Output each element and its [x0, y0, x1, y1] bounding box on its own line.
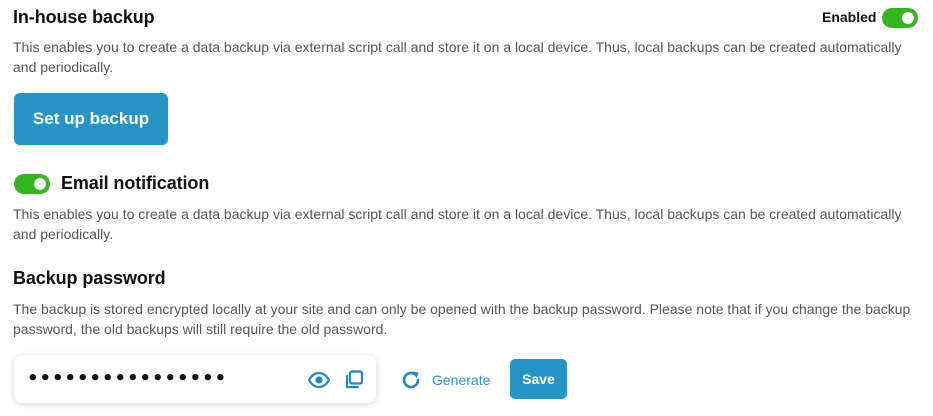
backup-password-title: Backup password [13, 268, 166, 288]
enabled-status-label: Enabled [822, 9, 877, 25]
toggle-knob [902, 12, 914, 24]
save-button[interactable]: Save [510, 359, 567, 399]
email-notification-title: Email notification [61, 173, 210, 193]
inhouse-backup-toggle[interactable] [882, 8, 918, 28]
generate-label: Generate [432, 372, 491, 388]
backup-password-description: The backup is stored encrypted locally a… [13, 301, 911, 337]
backup-password-field[interactable]: •••••••••••••••• [14, 355, 376, 403]
copy-icon[interactable] [342, 368, 366, 392]
inhouse-backup-description: This enables you to create a data backup… [13, 39, 902, 75]
email-notification-toggle[interactable] [14, 174, 50, 194]
generate-password-button[interactable]: Generate [400, 366, 490, 394]
eye-icon[interactable] [307, 368, 331, 392]
inhouse-backup-title: In-house backup [13, 7, 155, 27]
toggle-knob [34, 178, 46, 190]
refresh-icon [400, 369, 422, 391]
password-masked-value: •••••••••••••••• [27, 368, 228, 389]
email-notification-description: This enables you to create a data backup… [13, 206, 902, 242]
backup-settings-panel: In-house backup Enabled This enables you… [0, 0, 933, 416]
setup-backup-button[interactable]: Set up backup [14, 93, 168, 145]
